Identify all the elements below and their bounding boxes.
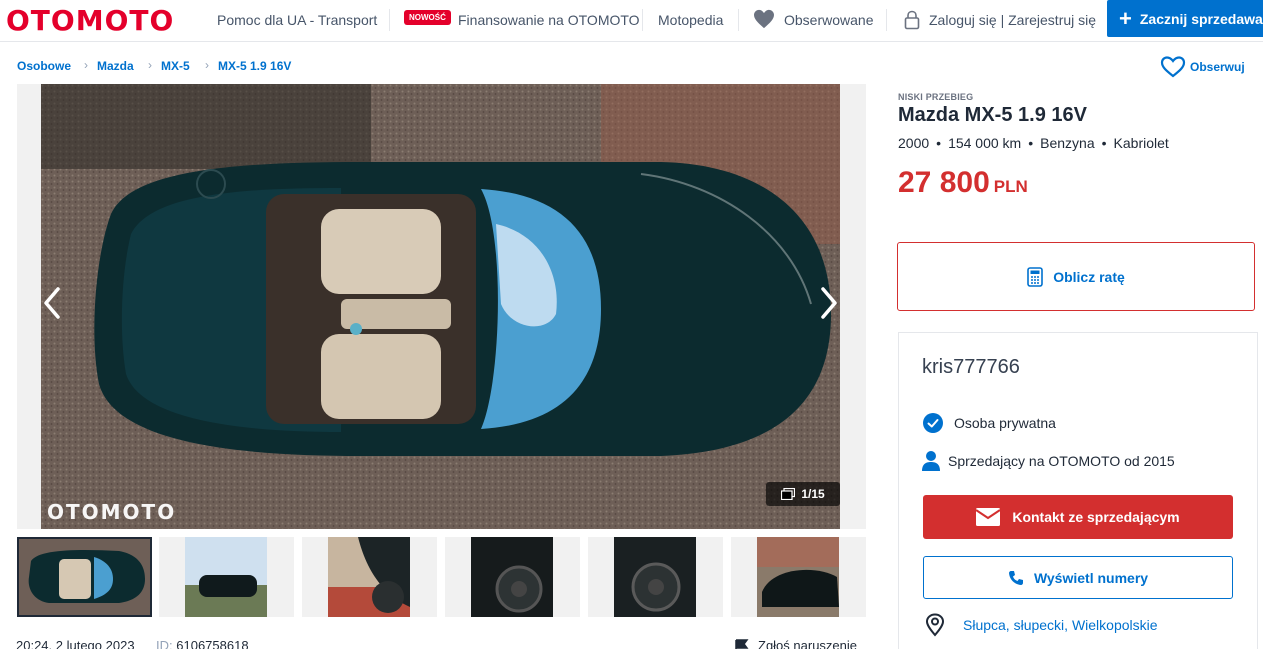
chevron-right-icon: › (148, 58, 152, 72)
seller-name: kris777766 (922, 356, 1020, 378)
heart-outline-icon (1160, 56, 1186, 78)
contact-seller-label: Kontakt ze sprzedającym (1012, 509, 1180, 525)
person-icon (922, 451, 940, 471)
plus-icon: + (1119, 5, 1132, 31)
thumbnail-3[interactable] (302, 537, 437, 617)
seller-location[interactable]: Słupca, słupecki, Wielkopolskie (925, 613, 1158, 637)
photo-watermark: OTOMOTO (47, 500, 177, 524)
breadcrumb-osobowe[interactable]: Osobowe (17, 59, 71, 73)
breadcrumb-mx5[interactable]: MX-5 (161, 59, 190, 73)
main-photo[interactable] (41, 84, 840, 529)
spec-fuel: Benzyna (1040, 135, 1095, 151)
report-label: Zgłoś naruszenie (758, 638, 857, 649)
nav-divider (389, 9, 390, 31)
spec-separator: • (1101, 135, 1107, 151)
car-photo (41, 84, 840, 529)
thumbnail-2[interactable] (159, 537, 294, 617)
thumbnail-4[interactable] (445, 537, 580, 617)
watch-label: Obserwuj (1190, 60, 1245, 74)
new-badge: NOWOŚĆ (404, 10, 451, 25)
nav-ua-transport[interactable]: Pomoc dla UA - Transport (217, 12, 377, 28)
spec-separator: • (1028, 135, 1034, 151)
seller-type-row: Osoba prywatna (922, 412, 1056, 434)
thumbnail-6[interactable] (731, 537, 866, 617)
thumb-photo (471, 537, 553, 617)
breadcrumb-model[interactable]: MX-5 1.9 16V (218, 59, 291, 73)
listing-price: 27 800 PLN (898, 166, 1028, 200)
nav-divider (642, 9, 643, 31)
listing-id: ID: 6106758618 (156, 638, 249, 649)
spec-separator: • (936, 135, 942, 151)
start-selling-label: Zacznij sprzedawać (1139, 10, 1263, 27)
location-label: Słupca, słupecki, Wielkopolskie (963, 617, 1158, 633)
user-icon (904, 10, 920, 30)
seller-since: Sprzedający na OTOMOTO od 2015 (948, 453, 1175, 469)
price-currency: PLN (993, 177, 1028, 196)
seller-type: Osoba prywatna (954, 415, 1056, 431)
low-mileage-tag: NISKI PRZEBIEG (898, 92, 974, 102)
thumbnail-5[interactable] (588, 537, 723, 617)
flag-icon (735, 638, 749, 649)
chevron-left-icon[interactable] (40, 285, 64, 321)
seller-since-row: Sprzedający na OTOMOTO od 2015 (922, 450, 1175, 472)
gallery-icon (781, 488, 796, 500)
thumb-photo (19, 539, 150, 615)
listing-title: Mazda MX-5 1.9 16V (898, 104, 1087, 126)
listing-date: 20:24, 2 lutego 2023 (16, 638, 135, 649)
top-header: OTOMOTO Pomoc dla UA - Transport NOWOŚĆ … (0, 0, 1263, 42)
photo-counter: 1/15 (766, 482, 840, 506)
photo-counter-label: 1/15 (801, 487, 825, 501)
watch-button[interactable]: Obserwuj (1160, 56, 1245, 78)
show-phone-button[interactable]: Wyświetl numery (923, 556, 1233, 599)
otomoto-logo[interactable]: OTOMOTO (6, 4, 174, 37)
thumb-photo (757, 537, 839, 617)
chevron-right-icon: › (84, 58, 88, 72)
envelope-icon (976, 508, 1001, 526)
start-selling-button[interactable]: + Zacznij sprzedawać (1107, 0, 1263, 37)
breadcrumb-mazda[interactable]: Mazda (97, 59, 134, 73)
nav-divider (738, 9, 739, 31)
price-value: 27 800 (898, 166, 990, 199)
thumbnail-1[interactable] (17, 537, 152, 617)
spec-year: 2000 (898, 135, 930, 151)
phone-icon (1008, 570, 1023, 585)
listing-id-value: 6106758618 (176, 638, 249, 649)
spec-body: Kabriolet (1113, 135, 1169, 151)
thumb-photo (185, 537, 267, 617)
spec-mileage: 154 000 km (948, 135, 1022, 151)
chevron-right-icon: › (205, 58, 209, 72)
nav-financing[interactable]: Finansowanie na OTOMOTO (458, 12, 640, 28)
location-pin-icon (925, 613, 945, 637)
show-phone-label: Wyświetl numery (1033, 569, 1149, 586)
nav-login[interactable]: Zaloguj się | Zarejestruj się (929, 12, 1096, 28)
nav-divider (886, 9, 887, 31)
chevron-right-icon[interactable] (817, 285, 841, 321)
listing-specs: 2000 • 154 000 km • Benzyna • Kabriolet (898, 135, 1169, 151)
contact-seller-button[interactable]: Kontakt ze sprzedającym (923, 495, 1233, 539)
calculator-icon (1027, 266, 1044, 287)
nav-watched[interactable]: Obserwowane (784, 12, 874, 28)
verified-check-icon (923, 413, 943, 433)
thumb-photo (614, 537, 696, 617)
seller-card (898, 332, 1258, 649)
report-link[interactable]: Zgłoś naruszenie (734, 638, 857, 649)
heart-icon[interactable] (753, 9, 775, 29)
nav-motopedia[interactable]: Motopedia (658, 12, 723, 28)
calculate-installment-label: Oblicz ratę (1053, 268, 1125, 285)
calculate-installment-button[interactable]: Oblicz ratę (897, 242, 1255, 311)
thumb-photo (328, 537, 410, 617)
listing-id-label: ID: (156, 638, 173, 649)
